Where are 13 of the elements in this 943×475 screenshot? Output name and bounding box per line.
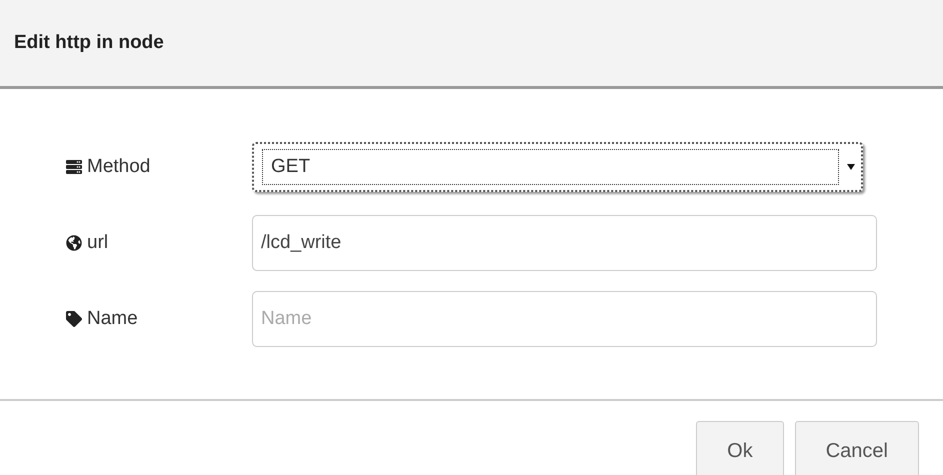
- method-select[interactable]: GET: [252, 142, 863, 192]
- dialog-button[interactable]: Cancel: [794, 421, 919, 475]
- tag-icon: [66, 311, 82, 327]
- caret-icon: [847, 164, 855, 170]
- dialog-title: Edit http in node: [14, 30, 164, 55]
- field-label: Method: [87, 154, 150, 179]
- globe-icon: [66, 235, 82, 251]
- text-field[interactable]: Name: [252, 291, 877, 347]
- field-label: url: [87, 230, 108, 255]
- text-field[interactable]: /lcd_write: [252, 215, 877, 271]
- dialog-button[interactable]: Ok: [696, 421, 784, 475]
- field-label: Name: [87, 306, 138, 331]
- server-icon: [66, 159, 82, 175]
